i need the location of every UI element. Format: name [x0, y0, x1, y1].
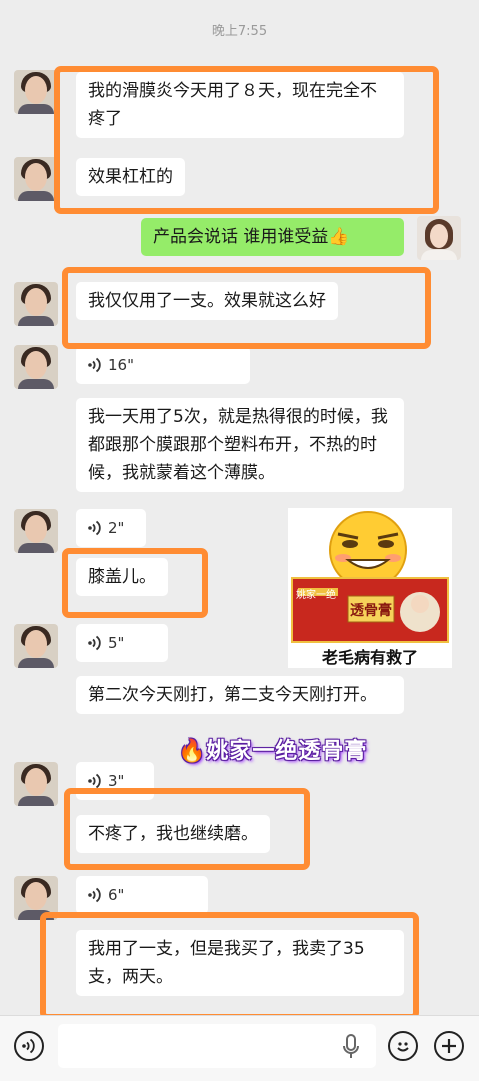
- avatar[interactable]: [14, 70, 58, 114]
- message-bubble[interactable]: 我一天用了5次，就是热得很的时候，我都跟那个膜跟那个塑料布开，不热的时候，我就蒙…: [76, 398, 404, 492]
- emoji-icon: [397, 1042, 409, 1052]
- highlight-box: [64, 788, 310, 870]
- voice-message[interactable]: 5": [76, 624, 168, 662]
- highlight-box: [62, 267, 431, 349]
- voice-message[interactable]: 6": [76, 876, 208, 914]
- highlight-box: [54, 66, 439, 214]
- more-button[interactable]: [434, 1031, 464, 1061]
- voice-toggle-button[interactable]: [14, 1031, 44, 1061]
- plus-icon: [442, 1039, 456, 1053]
- emoji-button[interactable]: [388, 1031, 418, 1061]
- message-input[interactable]: [58, 1024, 376, 1068]
- avatar[interactable]: [14, 762, 58, 806]
- avatar[interactable]: [14, 345, 58, 389]
- highlight-box: [40, 912, 419, 1020]
- voice-message[interactable]: 2": [76, 509, 146, 547]
- sticker-image[interactable]: 姚家一绝 透骨膏 老毛病有救了: [288, 508, 452, 668]
- voice-duration: 2": [108, 519, 125, 537]
- voice-wave-icon: [88, 887, 101, 903]
- my-message-bubble[interactable]: 产品会说话 谁用谁受益👍: [141, 218, 404, 256]
- voice-wave-icon: [88, 773, 101, 789]
- voice-duration: 6": [108, 886, 125, 904]
- message-bubble[interactable]: 第二次今天刚打，第二支今天刚打开。: [76, 676, 404, 714]
- voice-duration: 16": [108, 356, 134, 374]
- timestamp: 晚上7:55: [211, 24, 268, 39]
- voice-icon: [22, 1038, 35, 1054]
- sticker-box-brand: 姚家一绝: [296, 590, 336, 601]
- avatar[interactable]: [14, 157, 58, 201]
- voice-wave-icon: [88, 635, 101, 651]
- avatar[interactable]: [14, 624, 58, 668]
- voice-wave-icon: [88, 357, 101, 373]
- sticker-caption: 老毛病有救了: [321, 648, 418, 667]
- sticker-box-label: 透骨膏: [350, 603, 392, 619]
- voice-duration: 5": [108, 634, 125, 652]
- voice-message[interactable]: 16": [76, 346, 250, 384]
- voice-wave-icon: [88, 520, 101, 536]
- overlay-caption: 🔥姚家一绝透骨膏: [178, 739, 368, 764]
- avatar[interactable]: [14, 282, 58, 326]
- highlight-box: [62, 548, 208, 618]
- avatar[interactable]: [14, 509, 58, 553]
- self-avatar[interactable]: [417, 216, 461, 260]
- microphone-icon[interactable]: [342, 1034, 360, 1064]
